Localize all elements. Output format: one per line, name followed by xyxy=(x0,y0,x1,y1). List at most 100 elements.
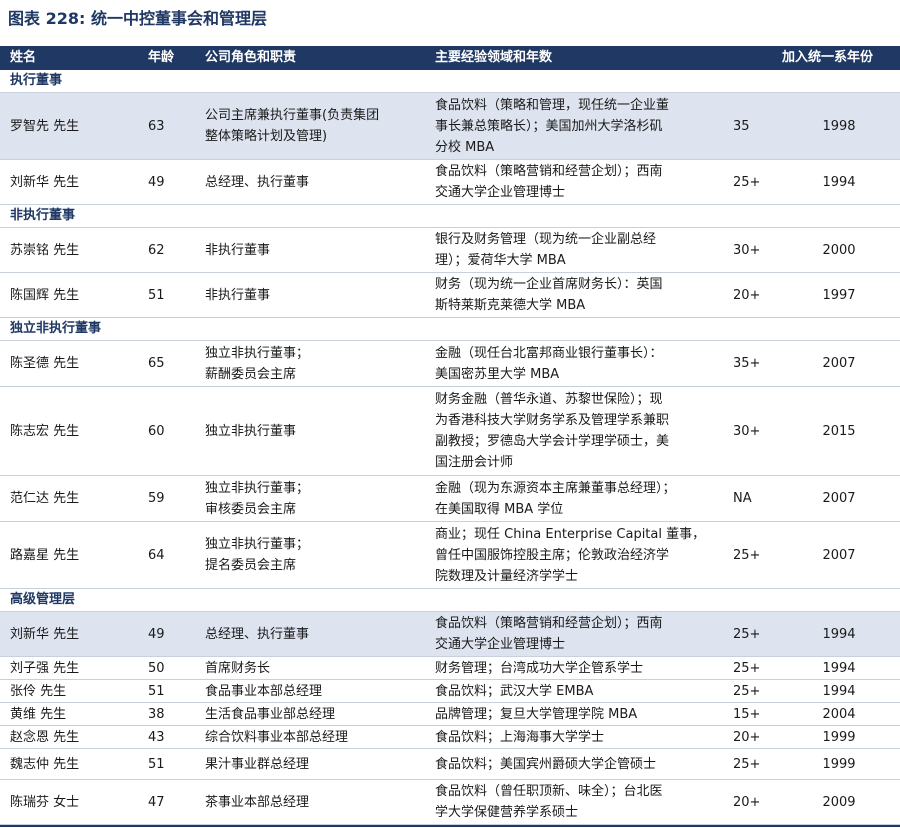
cell-experience-wrap: 食品饮料；武汉大学 EMBA xyxy=(435,680,725,702)
cell-join-year: 1999 xyxy=(822,729,856,745)
cell-experience-wrap: 食品饮料（策略营销和经营企划）；西南 交通大学企业管理博士 xyxy=(435,160,725,204)
cell-experience-wrap: 财务管理；台湾成功大学企管系学士 xyxy=(435,657,725,679)
cell-name: 罗智先 先生 xyxy=(10,118,80,134)
cell-name: 张伶 先生 xyxy=(10,683,67,699)
table-row: 刘新华 先生 49 总经理、执行董事 食品饮料（策略营销和经营企划）；西南 交通大学企… xyxy=(0,612,900,657)
cell-experience: 食品饮料（策略营销和经营企划）；西南 交通大学企业管理博士 xyxy=(435,616,663,652)
cell-experience-wrap: 财务金融（普华永道、苏黎世保险）；现 为香港科技大学财务学系及管理学系兼职 副教… xyxy=(435,387,725,475)
cell-age: 51 xyxy=(148,287,165,303)
cell-age: 49 xyxy=(148,174,165,190)
cell-years-wrap: 25+ xyxy=(733,657,793,679)
cell-experience: 商业；现任 China Enterprise Capital 董事， 曾任中国服… xyxy=(435,526,706,584)
board-table: 姓名 年龄 公司角色和职责 主要经验领域和年数 加入统一系年份 执行董事 罗智先 … xyxy=(0,46,900,827)
cell-join-year-wrap: 2007 xyxy=(800,522,878,588)
cell-name: 陈志宏 先生 xyxy=(10,423,80,439)
section-header: 执行董事 xyxy=(0,70,900,93)
cell-role: 独立非执行董事； 薪酬委员会主席 xyxy=(205,345,310,382)
cell-name-wrap: 黄维 先生 xyxy=(10,703,140,725)
cell-age-wrap: 49 xyxy=(148,612,198,656)
cell-years: 25+ xyxy=(733,683,761,699)
cell-name: 路嘉星 先生 xyxy=(10,547,80,563)
cell-name-wrap: 苏崇铭 先生 xyxy=(10,228,140,272)
cell-years: 25+ xyxy=(733,626,761,642)
cell-years-wrap: 35+ xyxy=(733,341,793,386)
cell-experience: 食品饮料；美国宾州爵硕大学企管硕士 xyxy=(435,756,657,772)
cell-role-wrap: 独立非执行董事 xyxy=(205,387,425,475)
table-row: 陈国辉 先生 51 非执行董事 财务（现为统一企业首席财务长）：英国 斯特莱斯克莱德大… xyxy=(0,273,900,318)
cell-age: 49 xyxy=(148,626,165,642)
cell-role-wrap: 独立非执行董事； 审核委员会主席 xyxy=(205,476,425,521)
cell-join-year: 2009 xyxy=(822,794,856,810)
cell-age-wrap: 38 xyxy=(148,703,198,725)
cell-years-wrap: 25+ xyxy=(733,749,793,779)
cell-name-wrap: 陈志宏 先生 xyxy=(10,387,140,475)
cell-join-year-wrap: 1997 xyxy=(800,273,878,317)
cell-years-wrap: NA xyxy=(733,476,793,521)
cell-role-wrap: 总经理、执行董事 xyxy=(205,160,425,204)
cell-name-wrap: 刘子强 先生 xyxy=(10,657,140,679)
cell-join-year-wrap: 1994 xyxy=(800,657,878,679)
cell-years-wrap: 30+ xyxy=(733,387,793,475)
cell-age: 65 xyxy=(148,356,165,371)
cell-role-wrap: 独立非执行董事； 薪酬委员会主席 xyxy=(205,341,425,386)
cell-name-wrap: 陈瑞芬 女士 xyxy=(10,780,140,824)
cell-experience-wrap: 金融（现为东源资本主席兼董事总经理）； 在美国取得 MBA 学位 xyxy=(435,476,725,521)
header-name: 姓名 xyxy=(10,50,37,65)
cell-role-wrap: 非执行董事 xyxy=(205,228,425,272)
cell-years: 20+ xyxy=(733,729,761,745)
cell-role: 公司主席兼执行董事(负责集团 整体策略计划及管理) xyxy=(205,108,380,144)
table-row: 刘子强 先生 50 首席财务长 财务管理；台湾成功大学企管系学士 25+ 1994 xyxy=(0,657,900,680)
section-header: 高级管理层 xyxy=(0,589,900,612)
page-title: 图表 228: 统一中控董事会和管理层 xyxy=(8,9,267,28)
cell-years-wrap: 15+ xyxy=(733,703,793,725)
cell-age: 59 xyxy=(148,491,165,506)
cell-role-wrap: 非执行董事 xyxy=(205,273,425,317)
cell-name: 范仁达 先生 xyxy=(10,491,80,506)
cell-join-year-wrap: 1994 xyxy=(800,680,878,702)
cell-join-year: 1994 xyxy=(822,683,856,699)
cell-years-wrap: 20+ xyxy=(733,726,793,748)
cell-join-year-wrap: 2004 xyxy=(800,703,878,725)
header-experience: 主要经验领域和年数 xyxy=(435,50,553,65)
cell-role-wrap: 茶事业本部总经理 xyxy=(205,780,425,824)
cell-join-year: 2000 xyxy=(822,242,856,258)
cell-age-wrap: 60 xyxy=(148,387,198,475)
cell-experience-wrap: 品牌管理；复旦大学管理学院 MBA xyxy=(435,703,725,725)
cell-age: 60 xyxy=(148,423,165,439)
cell-role: 首席财务长 xyxy=(205,660,271,676)
cell-name: 黄维 先生 xyxy=(10,706,67,722)
table-row: 张伶 先生 51 食品事业本部总经理 食品饮料；武汉大学 EMBA 25+ 1994 xyxy=(0,680,900,703)
cell-join-year: 2004 xyxy=(822,706,856,722)
cell-join-year: 2007 xyxy=(822,491,856,506)
cell-name-wrap: 陈国辉 先生 xyxy=(10,273,140,317)
cell-role-wrap: 首席财务长 xyxy=(205,657,425,679)
cell-experience: 金融（现为东源资本主席兼董事总经理）； 在美国取得 MBA 学位 xyxy=(435,480,676,517)
cell-name-wrap: 张伶 先生 xyxy=(10,680,140,702)
cell-age-wrap: 62 xyxy=(148,228,198,272)
cell-age: 50 xyxy=(148,660,165,676)
cell-years: 25+ xyxy=(733,547,761,563)
cell-experience-wrap: 食品饮料（策略营销和经营企划）；西南 交通大学企业管理博士 xyxy=(435,612,725,656)
cell-years: 30+ xyxy=(733,242,761,258)
cell-experience: 财务管理；台湾成功大学企管系学士 xyxy=(435,660,644,676)
cell-years-wrap: 25+ xyxy=(733,680,793,702)
cell-years: 25+ xyxy=(733,660,761,676)
cell-years-wrap: 25+ xyxy=(733,160,793,204)
cell-role: 非执行董事 xyxy=(205,287,271,303)
cell-experience: 食品饮料（策略和管理，现任统一企业董 事长兼总策略长）；美国加州大学洛杉矶 分校… xyxy=(435,97,670,155)
table-row: 罗智先 先生 63 公司主席兼执行董事(负责集团 整体策略计划及管理) 食品饮料（策略… xyxy=(0,93,900,160)
cell-years: 20+ xyxy=(733,287,761,303)
cell-join-year-wrap: 2000 xyxy=(800,228,878,272)
table-row: 陈瑞芬 女士 47 茶事业本部总经理 食品饮料（曾任职顶新、味全）；台北医 学大学保健… xyxy=(0,780,900,825)
cell-years-wrap: 20+ xyxy=(733,273,793,317)
cell-name-wrap: 赵念恩 先生 xyxy=(10,726,140,748)
cell-join-year: 1994 xyxy=(822,660,856,676)
cell-age: 62 xyxy=(148,242,165,258)
cell-age-wrap: 51 xyxy=(148,749,198,779)
cell-age-wrap: 49 xyxy=(148,160,198,204)
cell-experience-wrap: 食品饮料；美国宾州爵硕大学企管硕士 xyxy=(435,749,725,779)
cell-role-wrap: 果汁事业群总经理 xyxy=(205,749,425,779)
table-row: 路嘉星 先生 64 独立非执行董事； 提名委员会主席 商业；现任 China Ente… xyxy=(0,522,900,589)
cell-role: 独立非执行董事； 提名委员会主席 xyxy=(205,537,310,573)
cell-role: 总经理、执行董事 xyxy=(205,626,310,642)
